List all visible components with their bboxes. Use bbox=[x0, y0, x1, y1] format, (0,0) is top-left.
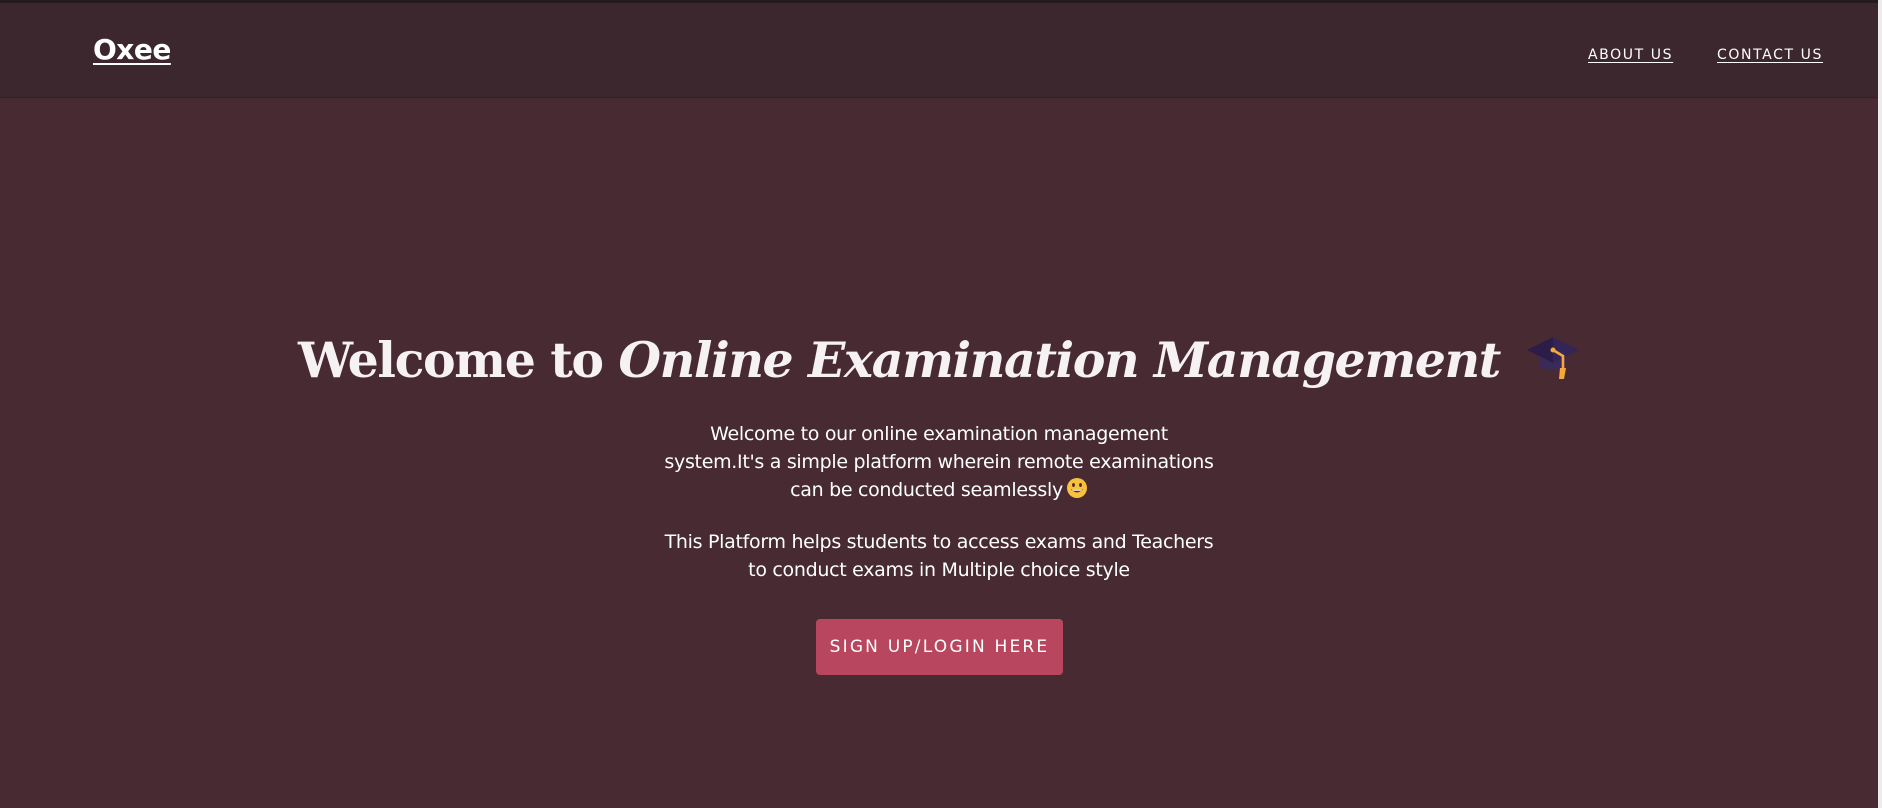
grinning-face-icon bbox=[1066, 477, 1088, 507]
hero-description: Welcome to our online examination manage… bbox=[0, 420, 1878, 507]
page: Oxee ABOUT US CONTACT US Welcome to Onli… bbox=[0, 0, 1878, 808]
hero-features-line-1: This Platform helps students to access e… bbox=[664, 531, 1214, 553]
top-navbar: Oxee ABOUT US CONTACT US bbox=[0, 3, 1878, 98]
signup-login-button[interactable]: SIGN UP/LOGIN HERE bbox=[816, 619, 1063, 675]
hero-features-text: This Platform helps students to access e… bbox=[0, 528, 1878, 584]
hero-title-prefix: Welcome to bbox=[297, 331, 619, 389]
hero-description-line-1: Welcome to our online examination manage… bbox=[710, 423, 1168, 445]
hero-description-line-3-text: can be conducted seamlessly bbox=[790, 479, 1063, 501]
nav-link-about-us[interactable]: ABOUT US bbox=[1588, 47, 1673, 63]
hero-features-line-2: to conduct exams in Multiple choice styl… bbox=[748, 559, 1130, 581]
scrollbar[interactable] bbox=[1878, 0, 1882, 808]
hero-description-line-3: can be conducted seamlessly bbox=[0, 476, 1878, 507]
hero-description-line-2: system.It's a simple platform wherein re… bbox=[664, 451, 1214, 473]
brand-logo-link[interactable]: Oxee bbox=[93, 33, 171, 66]
hero-title-emphasis: Online Examination Management bbox=[618, 331, 1501, 389]
graduation-cap-icon bbox=[1526, 333, 1580, 393]
hero-title: Welcome to Online Examination Management bbox=[0, 331, 1878, 393]
nav-link-contact-us[interactable]: CONTACT US bbox=[1717, 47, 1823, 63]
